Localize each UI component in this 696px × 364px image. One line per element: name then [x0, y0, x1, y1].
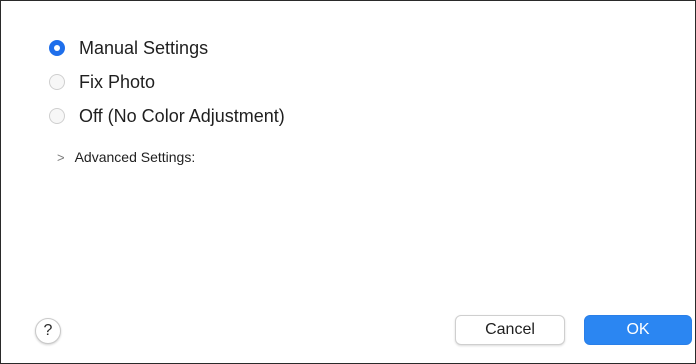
color-options-group: Manual Settings Fix Photo Off (No Color …	[49, 31, 285, 133]
advanced-settings-disclosure[interactable]: > Advanced Settings:	[57, 149, 195, 165]
option-label: Off (No Color Adjustment)	[79, 105, 285, 126]
option-fix-photo[interactable]: Fix Photo	[49, 65, 285, 99]
option-off-no-color-adjustment[interactable]: Off (No Color Adjustment)	[49, 99, 285, 133]
cancel-button[interactable]: Cancel	[455, 315, 565, 345]
question-mark-icon: ?	[43, 322, 53, 339]
radio-off[interactable]	[49, 108, 65, 124]
advanced-settings-label: Advanced Settings:	[74, 149, 196, 165]
radio-fix-photo[interactable]	[49, 74, 65, 90]
help-button[interactable]: ?	[35, 318, 61, 344]
option-manual-settings[interactable]: Manual Settings	[49, 31, 285, 65]
ok-button[interactable]: OK	[584, 315, 692, 345]
radio-manual-settings[interactable]	[49, 40, 65, 56]
option-label: Fix Photo	[79, 71, 156, 92]
color-adjustment-dialog: Manual Settings Fix Photo Off (No Color …	[0, 0, 696, 364]
chevron-right-icon[interactable]: >	[57, 150, 65, 165]
option-label: Manual Settings	[79, 37, 209, 58]
